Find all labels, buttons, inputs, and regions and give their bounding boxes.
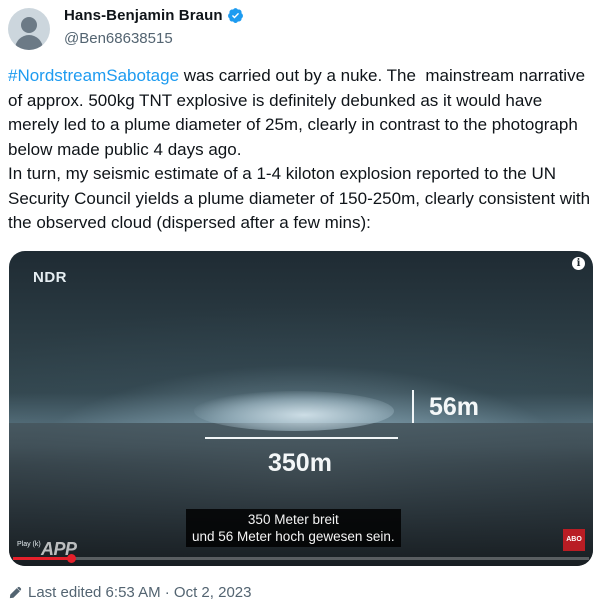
- height-marker-line: [412, 390, 414, 423]
- avatar-head: [21, 17, 37, 33]
- height-label: 56m: [429, 393, 480, 421]
- tweet-body: was carried out by a nuke. The mainstrea…: [8, 66, 591, 232]
- author-display-name[interactable]: Hans-Benjamin Braun: [64, 7, 223, 24]
- channel-logo: NDR: [33, 269, 67, 286]
- video-subtitle: 350 Meter breit und 56 Meter hoch gewese…: [186, 509, 401, 547]
- edited-text: Last edited 6:53 AM · Oct 2, 2023: [28, 584, 252, 601]
- subtitle-line-1: 350 Meter breit: [247, 512, 339, 527]
- tweet-text: #NordstreamSabotage was carried out by a…: [8, 64, 592, 236]
- author-name-row: Hans-Benjamin Braun: [64, 7, 244, 24]
- explosion-cloud: [194, 391, 394, 431]
- width-marker-line: [205, 437, 398, 439]
- avatar-body: [15, 35, 43, 50]
- subscribe-badge[interactable]: ABO: [563, 529, 585, 551]
- subtitle-line-2: und 56 Meter hoch gewesen sein.: [192, 529, 395, 544]
- author-handle[interactable]: @Ben68638515: [64, 30, 173, 47]
- width-label: 350m: [268, 449, 332, 477]
- edited-timestamp-row[interactable]: Last edited 6:53 AM · Oct 2, 2023: [8, 584, 251, 601]
- progress-fill: [13, 557, 71, 560]
- video-progress-bar[interactable]: [13, 554, 589, 563]
- pencil-icon: [9, 586, 22, 599]
- verified-badge-icon: [227, 8, 243, 23]
- video-player[interactable]: NDR i 56m 350m 350 Meter breit und 56 Me…: [9, 251, 593, 566]
- info-icon[interactable]: i: [572, 257, 585, 270]
- play-button-label[interactable]: Play (k): [17, 541, 41, 548]
- hashtag-link[interactable]: #NordstreamSabotage: [8, 66, 179, 85]
- avatar[interactable]: [8, 8, 50, 50]
- progress-thumb[interactable]: [66, 554, 76, 563]
